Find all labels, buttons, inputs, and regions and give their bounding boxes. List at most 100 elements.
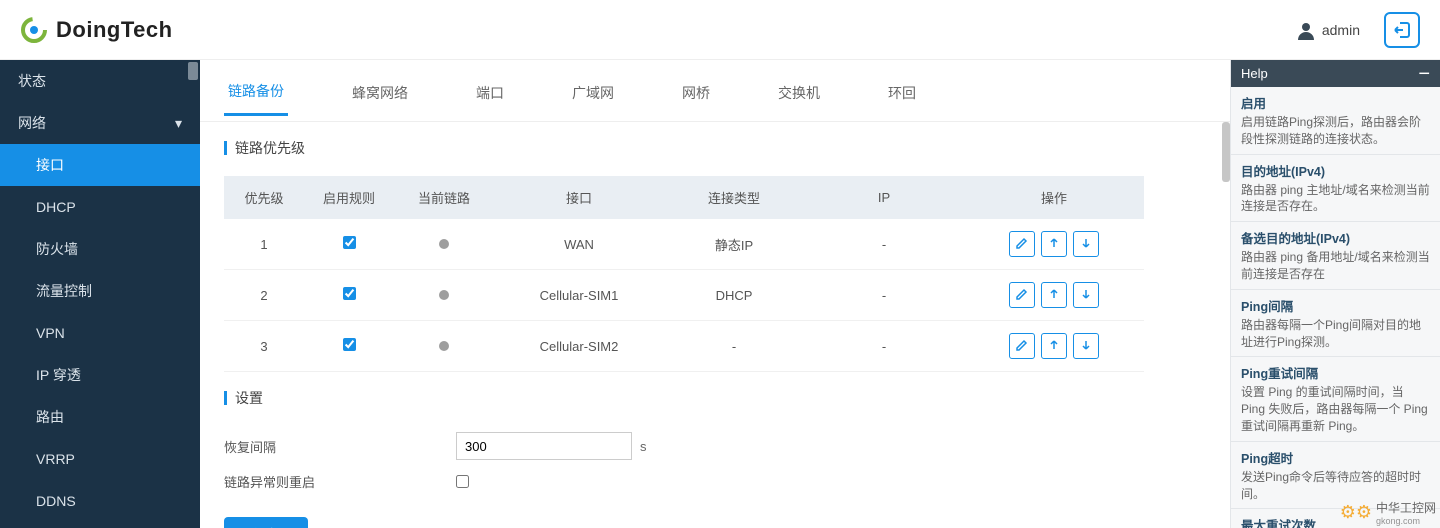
tab-label: 链路备份 [228,83,284,99]
col-actions: 操作 [964,176,1144,219]
section-title: 链路优先级 [224,138,1206,158]
logo-text: DoingTech [56,17,173,43]
tab-cellular[interactable]: 蜂窝网络 [348,77,412,115]
col-current: 当前链路 [394,176,494,219]
help-item-desc: 设置 Ping 的重试间隔时间，当 Ping 失败后，路由器每隔一个 Ping … [1241,384,1430,434]
sidebar-item-ippt[interactable]: IP 穿透 [0,354,200,396]
section-title: 设置 [224,388,1206,408]
recover-input[interactable] [456,432,632,460]
cell-iface: Cellular-SIM1 [494,270,664,321]
move-down-button[interactable] [1073,282,1099,308]
tab-wan[interactable]: 广域网 [568,77,618,115]
status-dot-icon [439,290,449,300]
cell-current [394,219,494,270]
form-row-recover: 恢复间隔 s [200,426,1230,466]
tab-link-backup[interactable]: 链路备份 [224,75,288,116]
section-bar-icon [224,391,227,405]
help-item-desc: 启用链路Ping探测后，路由器会阶段性探测链路的连接状态。 [1241,114,1430,148]
tab-label: 网桥 [682,85,710,101]
sidebar-item-label: DHCP [36,199,76,215]
tab-loopback[interactable]: 环回 [884,77,920,115]
cell-conn: 静态IP [664,219,804,270]
cell-current [394,270,494,321]
cell-actions [964,270,1144,321]
enable-checkbox[interactable] [343,236,356,249]
help-item-desc: 路由器 ping 主地址/域名来检测当前连接是否存在。 [1241,182,1430,216]
chevron-down-icon: ▾ [175,115,182,132]
sidebar-item-firewall[interactable]: 防火墙 [0,228,200,270]
logo: DoingTech [20,16,173,44]
help-item-desc: 路由器 ping 备用地址/域名来检测当前连接是否存在 [1241,249,1430,283]
sidebar-item-label: 流量控制 [36,281,92,301]
move-up-button[interactable] [1041,231,1067,257]
tab-label: 交换机 [778,85,820,101]
cell-ip: - [804,219,964,270]
logo-icon [20,16,48,44]
sidebar-item-label: IP 穿透 [36,365,81,385]
reboot-checkbox[interactable] [456,475,469,488]
sidebar: 状态 网络 ▾ 接口 DHCP 防火墙 流量控制 VPN IP 穿透 路由 VR… [0,60,200,528]
sidebar-item-vpn[interactable]: VPN [0,312,200,354]
watermark-text: 中华工控网 [1376,501,1436,515]
help-header: Help − [1231,60,1440,87]
header: DoingTech admin [0,0,1440,60]
cell-priority: 1 [224,219,304,270]
sidebar-item-interface[interactable]: 接口 [0,144,200,186]
section-settings: 设置 [200,372,1230,426]
sidebar-item-label: DDNS [36,493,76,509]
sidebar-item-network[interactable]: 网络 ▾ [0,102,200,144]
sidebar-item-traffic[interactable]: 流量控制 [0,270,200,312]
help-item-title: Ping重试间隔 [1241,363,1430,382]
tab-label: 蜂窝网络 [352,85,408,101]
help-item: 备选目的地址(IPv4)路由器 ping 备用地址/域名来检测当前连接是否存在 [1231,222,1440,290]
form-row-reboot: 链路异常则重启 [200,466,1230,497]
edit-button[interactable] [1009,333,1035,359]
help-item-desc: 路由器每隔一个Ping间隔对目的地址进行Ping探测。 [1241,317,1430,351]
cell-iface: WAN [494,219,664,270]
reboot-label: 链路异常则重启 [224,472,456,491]
save-button[interactable]: 保存 [224,517,308,528]
section-title-text: 链路优先级 [235,138,305,158]
content-scrollbar[interactable] [1222,122,1230,182]
logout-button[interactable] [1384,12,1420,48]
col-conn: 连接类型 [664,176,804,219]
help-item: 目的地址(IPv4)路由器 ping 主地址/域名来检测当前连接是否存在。 [1231,155,1440,223]
enable-checkbox[interactable] [343,287,356,300]
help-body: 启用启用链路Ping探测后，路由器会阶段性探测链路的连接状态。目的地址(IPv4… [1231,87,1440,528]
recover-label: 恢复间隔 [224,437,456,456]
cell-actions [964,321,1144,372]
enable-checkbox[interactable] [343,338,356,351]
sidebar-item-vrrp[interactable]: VRRP [0,438,200,480]
user-area[interactable]: admin [1296,20,1360,40]
cell-priority: 3 [224,321,304,372]
watermark: ⚙⚙ 中华工控网 gkong.com [1340,499,1436,526]
tab-label: 广域网 [572,85,614,101]
move-down-button[interactable] [1073,231,1099,257]
cell-conn: DHCP [664,270,804,321]
sidebar-item-ddns[interactable]: DDNS [0,480,200,522]
move-up-button[interactable] [1041,333,1067,359]
cell-ip: - [804,270,964,321]
arrow-up-icon [1047,338,1061,355]
status-dot-icon [439,239,449,249]
sidebar-item-route[interactable]: 路由 [0,396,200,438]
minimize-icon[interactable]: − [1418,64,1430,84]
user-icon [1296,20,1316,40]
tab-bridge[interactable]: 网桥 [678,77,714,115]
cell-conn: - [664,321,804,372]
move-down-button[interactable] [1073,333,1099,359]
help-item-title: Ping超时 [1241,448,1430,467]
move-up-button[interactable] [1041,282,1067,308]
sidebar-item-label: 状态 [18,71,46,91]
tab-port[interactable]: 端口 [472,77,508,115]
sidebar-item-dhcp[interactable]: DHCP [0,186,200,228]
arrow-down-icon [1079,287,1093,304]
edit-button[interactable] [1009,282,1035,308]
tab-switch[interactable]: 交换机 [774,77,824,115]
cell-current [394,321,494,372]
col-ip: IP [804,176,964,219]
user-label: admin [1322,22,1360,38]
sidebar-item-status[interactable]: 状态 [0,60,200,102]
edit-button[interactable] [1009,231,1035,257]
cell-enable [304,270,394,321]
